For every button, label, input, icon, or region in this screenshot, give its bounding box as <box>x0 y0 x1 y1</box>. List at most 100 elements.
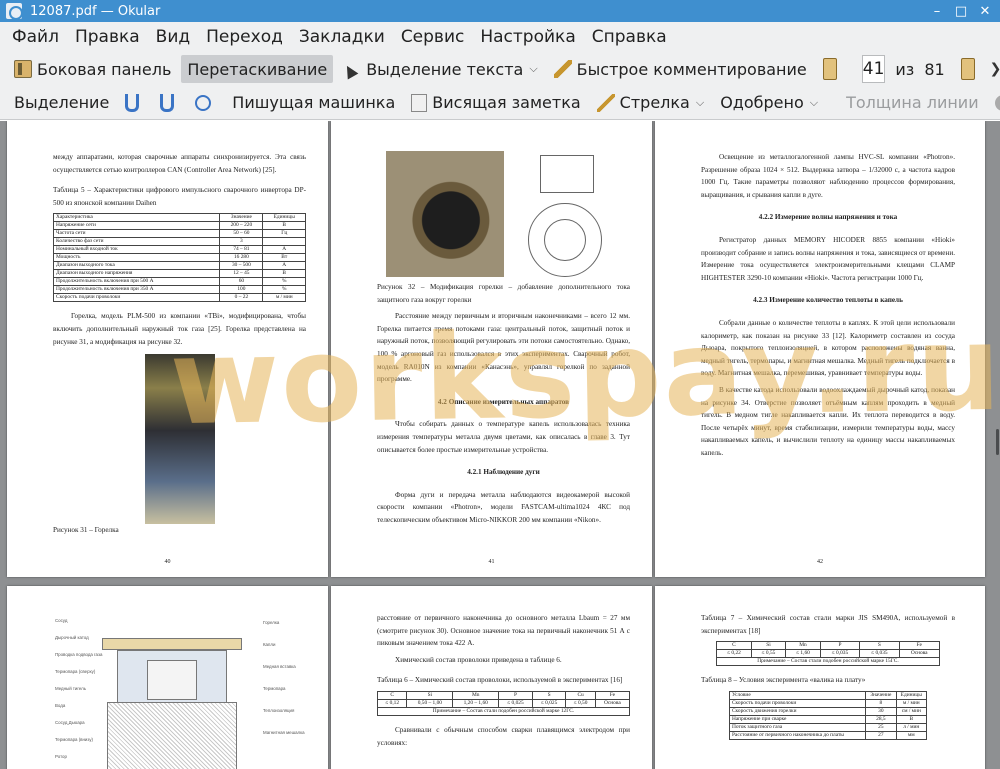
page-text: Освещение из металлогалогенной лампы HVC… <box>701 153 955 199</box>
table-caption: Таблица 7 – Химический состав стали марк… <box>701 614 955 635</box>
table-cell: Fe <box>898 641 940 651</box>
toolbar-overflow-button[interactable]: ❯ <box>990 61 1000 77</box>
text-selection-tool-button[interactable]: Выделение текста ⌵ <box>337 55 543 83</box>
chevron-down-icon[interactable]: ⌵ <box>696 96 704 110</box>
diagram-label: Ротор <box>55 754 67 759</box>
table-row: ≤ 0,22 ≤ 0,55 ≤ 1,60 ≤ 0,035 ≤ 0,035 Осн… <box>716 649 940 659</box>
menu-file[interactable]: Файл <box>6 24 65 50</box>
diagram-label: Магнитная мешалка <box>263 730 305 735</box>
highlighter-tool[interactable]: Выделение <box>8 89 115 117</box>
table-cell: Частота сети <box>52 229 221 239</box>
pen-icon <box>553 60 572 78</box>
table-cell: 100 <box>219 285 264 295</box>
diagram-label: Вода <box>55 703 66 708</box>
diagram-label: Капли <box>263 642 276 647</box>
table-cell: 27 <box>865 730 897 740</box>
document-page: Освещение из металлогалогенной лампы HVC… <box>655 121 985 577</box>
table-cell: 25 <box>865 722 897 732</box>
diagram-label: Сосуд Дьюара <box>55 720 85 725</box>
menu-help[interactable]: Справка <box>586 24 673 50</box>
highlighter-label: Выделение <box>14 93 110 112</box>
table-note: Примечание – Состав стали подобен россий… <box>716 657 940 667</box>
table-cell: C <box>716 641 752 651</box>
table-row: Продолжительность включения при 500 А 60% <box>52 277 306 287</box>
table-row: Количество фаз сети 3 <box>52 237 306 247</box>
table-row: Скорость подачи проволоки 0 – 22 м / мин <box>52 293 306 303</box>
table-cell: S <box>859 641 900 651</box>
table-row: Диапазон выходного напряжения 12 – 45 В <box>52 269 306 279</box>
chevron-down-icon[interactable]: ⌵ <box>529 62 537 76</box>
document-view[interactable]: между аппаратами, которая сварочные аппа… <box>0 121 1000 769</box>
table-cell: Основа <box>898 649 940 659</box>
typewriter-tool[interactable]: Пишущая машинка <box>226 89 401 117</box>
table-cell: Значение <box>219 213 264 223</box>
color-tool[interactable] <box>989 89 1000 117</box>
table-cell: Основа <box>594 698 631 708</box>
text-cursor-icon <box>343 60 361 78</box>
stamp-select-label: Одобрено <box>720 93 804 112</box>
quick-annotations-button[interactable]: Быстрое комментирование <box>548 55 813 83</box>
table-header-row: C Si Mn P S Cu Fe <box>376 690 631 700</box>
diagram-label: Горелка <box>263 620 280 625</box>
arrow-icon <box>596 93 615 112</box>
next-page-button[interactable] <box>955 55 986 83</box>
scrollbar-thumb[interactable] <box>996 429 999 455</box>
squiggle-tool[interactable] <box>154 89 185 117</box>
minimize-button[interactable]: – <box>926 2 948 20</box>
menu-settings[interactable]: Настройка <box>474 24 581 50</box>
table-cell: м / мин <box>262 293 306 303</box>
text-selection-label: Выделение текста <box>366 59 524 79</box>
browse-tool-button[interactable]: Перетаскивание <box>181 55 334 83</box>
table-cell: Расстояние от первичного наконечника до … <box>728 730 867 740</box>
diagram-label: Термопара (сверху) <box>55 669 96 674</box>
page-number-input[interactable]: 41 <box>861 55 886 83</box>
document-page: Сосуд Дырочный катод Проводка подвода га… <box>7 586 328 769</box>
maximize-button[interactable]: □ <box>950 2 972 20</box>
sidebar-icon <box>14 60 32 78</box>
menu-go[interactable]: Переход <box>200 24 289 50</box>
table-cell: C <box>376 690 408 700</box>
squiggle-icon <box>160 93 175 112</box>
page-text: Чтобы собирать данных о температуре капе… <box>377 420 630 454</box>
menu-bookmarks[interactable]: Закладки <box>293 24 391 50</box>
table-cell: Mn <box>452 690 500 700</box>
page-text: Форма дуги и передача металла наблюдаютс… <box>377 490 630 524</box>
table-cell: Вт <box>262 253 306 263</box>
table-cell: Диапазон выходного тока <box>52 261 221 271</box>
stamp-select[interactable]: Одобрено ⌵ <box>714 89 824 117</box>
table-row: Поток защитного газа 25 л / мин <box>728 722 928 732</box>
steel-composition-table: C Si Mn P S Fe ≤ 0,22 ≤ 0,55 ≤ 1,60 ≤ 0,… <box>716 641 940 667</box>
table-caption: Таблица 5 – Характеристики цифрового имп… <box>53 186 306 207</box>
page-text: Химический состав проволоки приведена в … <box>395 655 562 664</box>
table-cell: 3 <box>219 237 264 247</box>
table-cell <box>262 237 306 247</box>
diagram-label: Теплоизоляция <box>263 708 295 713</box>
sidebar-toggle-button[interactable]: Боковая панель <box>8 55 177 83</box>
characteristics-table: Характеристика Значение Единицы Напряжен… <box>52 213 306 303</box>
close-button[interactable]: ✕ <box>974 2 996 20</box>
line-width-control[interactable]: Толщина линии <box>840 89 985 117</box>
table-caption: Таблица 6 – Химический состав проволоки,… <box>377 676 623 685</box>
table-cell: Характеристика <box>52 213 221 223</box>
menu-edit[interactable]: Правка <box>69 24 146 50</box>
stamp-tool[interactable] <box>189 89 222 117</box>
previous-page-button[interactable] <box>817 55 848 83</box>
torch-photo <box>385 151 504 277</box>
table-cell: Гц <box>262 229 306 239</box>
menu-view[interactable]: Вид <box>150 24 196 50</box>
arrow-tool[interactable]: Стрелка ⌵ <box>591 89 711 117</box>
chevron-down-icon[interactable]: ⌵ <box>810 96 818 110</box>
sticky-note-tool[interactable]: Висящая заметка <box>405 89 586 117</box>
section-heading: 4.2.2 Измерение волны напряжения и тока <box>758 213 898 222</box>
diagram-label: Проводка подвода газа <box>55 652 103 657</box>
table-row: Напряжение сети 200 – 220 В <box>52 221 306 231</box>
table-cell: P <box>819 641 861 651</box>
underline-tool[interactable] <box>119 89 150 117</box>
section-heading: 4.2.1 Наблюдение дуги <box>467 468 540 477</box>
page-text: Собрали данные о количестве теплоты в ка… <box>701 318 955 378</box>
table-cell: 16 280 <box>219 253 264 263</box>
menu-tools[interactable]: Сервис <box>395 24 471 50</box>
page-number: 40 <box>164 559 171 566</box>
table-caption: Таблица 8 – Условия эксперимента «валика… <box>701 676 866 685</box>
vertical-scrollbar[interactable] <box>992 121 1000 769</box>
